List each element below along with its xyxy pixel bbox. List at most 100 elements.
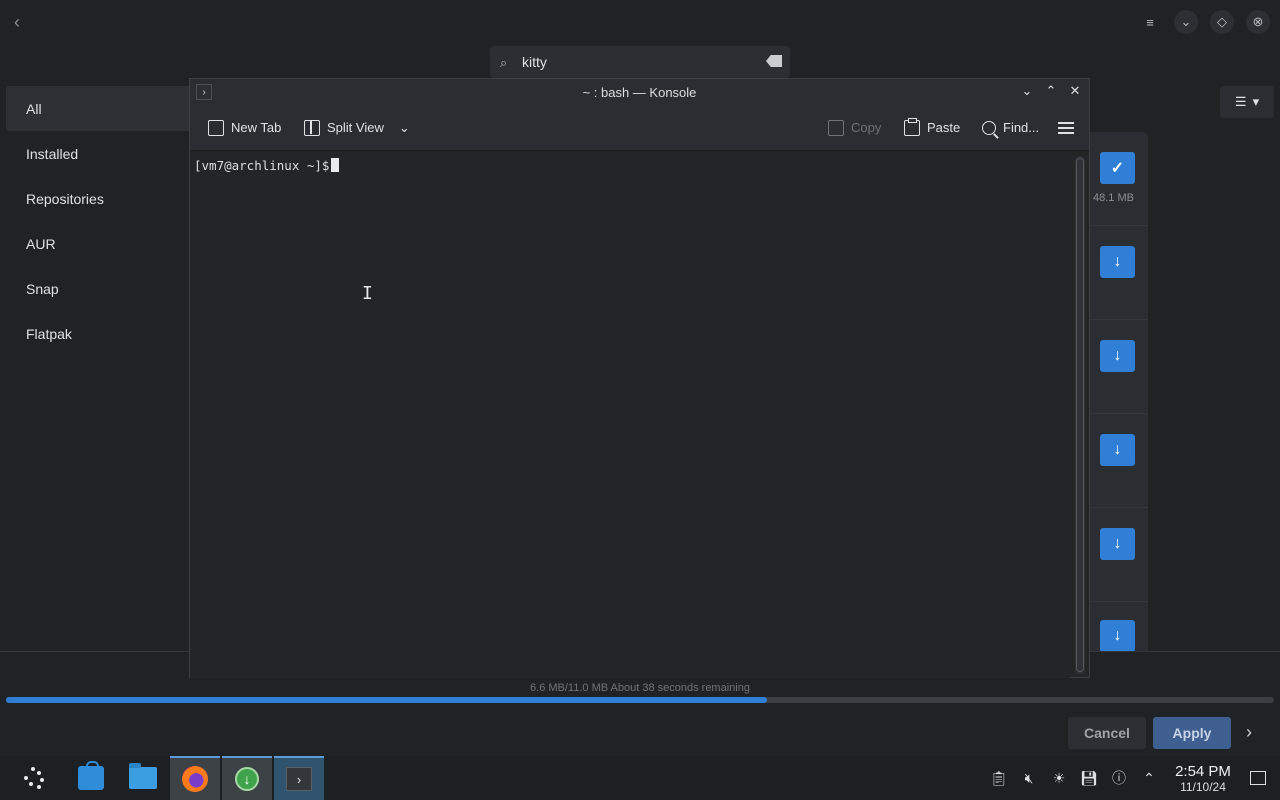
shell-prompt: [vm7@archlinux ~]$ (194, 158, 330, 173)
sidebar-item-label: AUR (26, 235, 56, 252)
taskbar-konsole[interactable]: › (274, 756, 324, 800)
volume-muted-icon[interactable]: 🔇︎ (1014, 756, 1044, 800)
taskbar-package-manager[interactable]: ↓ (222, 756, 272, 800)
list-item: ↓ (1090, 226, 1148, 320)
search-value: kitty (522, 54, 547, 70)
top-bar: ‹ ≡ ⌄ ◇ ⊗ (0, 0, 1280, 46)
new-tab-icon (208, 119, 224, 136)
split-view-label: Split View (327, 120, 384, 135)
list-item: ↓ (1090, 602, 1148, 652)
download-arrow-icon: ↓ (1113, 441, 1122, 458)
view-mode-button[interactable]: ☰ ▾ (1220, 86, 1274, 118)
install-button[interactable]: ↓ (1100, 528, 1135, 560)
progress-fill (6, 697, 767, 703)
window-controls: ≡ ⌄ ◇ ⊗ (1138, 10, 1270, 34)
sidebar-item-label: Repositories (26, 190, 104, 207)
split-view-button[interactable]: Split View ⌄ (298, 113, 416, 143)
chevron-right-icon[interactable]: › (1246, 722, 1266, 744)
clock[interactable]: 2:54 PM 11/10/24 (1168, 763, 1238, 794)
clipboard-icon[interactable]: 📋︎ (984, 756, 1014, 800)
taskbar-firefox[interactable] (170, 756, 220, 800)
find-label: Find... (1003, 120, 1040, 135)
copy-label: Copy (851, 120, 882, 135)
terminal-output[interactable]: [vm7@archlinux ~]$ (190, 152, 1070, 678)
paste-button[interactable]: Paste (898, 113, 966, 143)
paste-label: Paste (927, 120, 961, 135)
install-button[interactable]: ↓ (1100, 340, 1135, 372)
search-icon (982, 120, 996, 135)
mouse-ibeam-cursor-icon: I (362, 283, 373, 304)
apply-button[interactable]: Apply (1153, 717, 1231, 749)
download-arrow-icon: ↓ (1113, 347, 1122, 364)
sidebar-item-snap[interactable]: Snap (6, 266, 196, 311)
menu-icon[interactable]: ≡ (1138, 10, 1162, 34)
brightness-icon[interactable]: ☀ (1044, 756, 1074, 800)
taskbar: ↓ › 📋︎ 🔇︎ ☀ 💾︎ ⓘ ⌃ 2:54 PM 11/10/24 (0, 756, 1280, 800)
sidebar-item-label: Flatpak (26, 325, 72, 342)
download-progress-bar (6, 697, 1274, 703)
install-button[interactable]: ↓ (1100, 620, 1135, 652)
chevron-down-icon: ⌄ (398, 119, 410, 135)
terminal-app-icon[interactable]: › (196, 84, 212, 100)
sidebar-item-label: Snap (26, 280, 59, 297)
close-icon[interactable]: ⊗ (1246, 10, 1270, 34)
install-button[interactable]: ↓ (1100, 434, 1135, 466)
find-button[interactable]: Find... (976, 113, 1045, 143)
clear-search-icon[interactable] (766, 55, 782, 67)
konsole-window: › ~ : bash — Konsole ⌄ ⌃ ✕ New Tab Split… (189, 78, 1090, 678)
taskbar-file-manager[interactable] (118, 756, 168, 800)
app-launcher-button[interactable] (8, 756, 58, 800)
close-icon[interactable]: ✕ (1067, 83, 1083, 99)
clock-date: 11/10/24 (1180, 779, 1226, 794)
sidebar-item-installed[interactable]: Installed (6, 131, 196, 176)
terminal-scrollbar[interactable] (1075, 156, 1085, 674)
sidebar-item-all[interactable]: All (6, 86, 196, 131)
taskbar-discover[interactable] (66, 756, 116, 800)
firefox-icon (182, 766, 208, 792)
app-launcher-icon (22, 767, 44, 789)
download-arrow-icon: ↓ (1113, 253, 1122, 270)
copy-button[interactable]: Copy (822, 113, 887, 143)
sidebar: All Installed Repositories AUR Snap Flat… (6, 86, 196, 356)
package-actions-panel: ✓ 48.1 MB ↓ ↓ ↓ ↓ ↓ (1090, 132, 1148, 652)
new-tab-button[interactable]: New Tab (202, 113, 287, 143)
system-tray: 📋︎ 🔇︎ ☀ 💾︎ ⓘ ⌃ 2:54 PM 11/10/24 (984, 756, 1280, 800)
minimize-icon[interactable]: ⌄ (1019, 83, 1035, 99)
scrollbar-thumb[interactable] (1076, 158, 1084, 672)
terminal-icon: › (286, 767, 312, 791)
download-progress-text: 6.6 MB/11.0 MB About 38 seconds remainin… (530, 682, 750, 694)
konsole-titlebar[interactable]: › ~ : bash — Konsole ⌄ ⌃ ✕ (190, 79, 1089, 105)
cancel-button[interactable]: Cancel (1068, 717, 1146, 749)
sidebar-item-label: Installed (26, 145, 79, 162)
main-menu-button[interactable] (1052, 113, 1080, 143)
maximize-icon[interactable]: ◇ (1210, 10, 1234, 34)
install-button[interactable]: ↓ (1100, 246, 1135, 278)
konsole-toolbar: New Tab Split View ⌄ Copy Paste Find... (190, 105, 1089, 151)
minimize-icon[interactable]: ⌄ (1174, 10, 1198, 34)
maximize-icon[interactable]: ⌃ (1043, 83, 1059, 99)
sidebar-item-flatpak[interactable]: Flatpak (6, 311, 196, 356)
updates-icon[interactable]: ⓘ (1104, 756, 1134, 800)
window-buttons: ⌄ ⌃ ✕ (1019, 83, 1083, 99)
list-item: ✓ 48.1 MB (1090, 132, 1148, 226)
split-view-icon (304, 119, 320, 136)
chevron-down-icon: ▾ (1252, 94, 1260, 109)
window-title: ~ : bash — Konsole (582, 84, 697, 100)
sidebar-item-repositories[interactable]: Repositories (6, 176, 196, 221)
installed-check-button[interactable]: ✓ (1100, 152, 1135, 184)
text-cursor (331, 158, 340, 172)
list-view-icon: ☰ (1234, 94, 1247, 109)
download-arrow-icon: ↓ (1113, 535, 1122, 552)
list-item: ↓ (1090, 414, 1148, 508)
paste-icon (904, 117, 920, 136)
show-hidden-icons-chevron-icon[interactable]: ⌃ (1134, 756, 1164, 800)
search-input[interactable]: ⌕ kitty (490, 46, 790, 78)
back-arrow-icon[interactable]: ‹ (14, 12, 34, 32)
storage-icon[interactable]: 💾︎ (1074, 756, 1104, 800)
software-store-icon (78, 761, 104, 790)
download-icon: ↓ (235, 767, 259, 791)
search-icon: ⌕ (500, 55, 508, 70)
sidebar-item-aur[interactable]: AUR (6, 221, 196, 266)
show-desktop-icon[interactable] (1250, 771, 1266, 785)
sidebar-item-label: All (26, 100, 42, 117)
